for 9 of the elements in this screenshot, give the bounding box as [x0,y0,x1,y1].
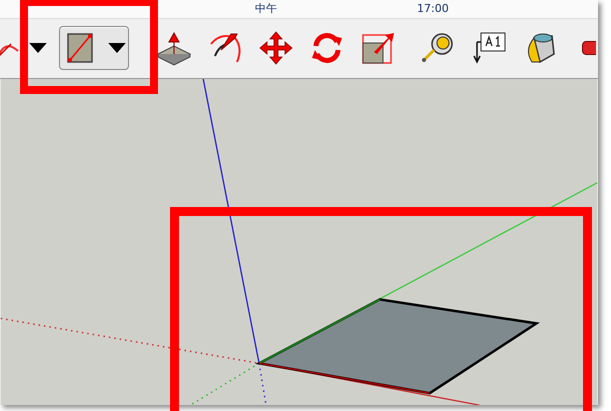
strip-label: 17:00 [417,2,449,16]
z-axis-dotted [258,362,267,405]
strip-label: 中午 [255,2,277,16]
caret-icon [29,43,47,54]
move-icon [258,30,294,66]
scale-icon [360,30,396,66]
rectangle-tool-button[interactable] [59,26,129,70]
push-pull-icon [156,30,192,66]
caret-icon [108,43,126,54]
